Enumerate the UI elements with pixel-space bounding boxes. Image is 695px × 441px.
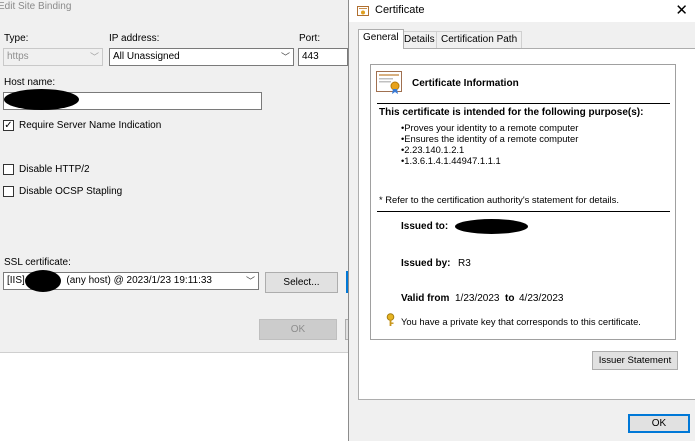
window-title: Certificate — [375, 4, 425, 16]
disable-ocsp-label: Disable OCSP Stapling — [19, 186, 123, 197]
edit-site-binding-dialog: Edit Site Binding Type: https ﹀ IP addre… — [0, 0, 349, 353]
issued-by-label: Issued by: — [401, 258, 451, 269]
list-item: •Ensures the identity of a remote comput… — [401, 133, 579, 144]
purpose-list: •Proves your identity to a remote comput… — [401, 122, 578, 166]
ssl-suffix: (any host) @ 2023/1/23 19:11:33 — [66, 275, 212, 286]
tab-certification-path[interactable]: Certification Path — [436, 31, 523, 48]
divider — [377, 211, 670, 212]
certificate-icon — [357, 6, 369, 16]
ok-button[interactable]: OK — [259, 319, 337, 340]
redaction-mark — [4, 89, 79, 110]
ip-address-label: IP address: — [109, 33, 160, 44]
ssl-certificate-label: SSL certificate: — [4, 257, 71, 268]
sni-label: Require Server Name Indication — [19, 120, 162, 131]
tab-details[interactable]: Details — [399, 31, 440, 48]
checkmark-icon: ✓ — [4, 120, 13, 131]
port-value: 443 — [302, 51, 319, 62]
issued-to-label: Issued to: — [401, 221, 449, 232]
chevron-down-icon: ﹀ — [89, 52, 99, 62]
sni-checkbox[interactable]: ✓ — [3, 120, 14, 131]
redaction-mark — [25, 270, 61, 292]
refer-note: * Refer to the certification authority's… — [379, 194, 619, 205]
disable-ocsp-checkbox[interactable] — [3, 186, 14, 197]
valid-from-label: Valid from — [401, 293, 450, 304]
disable-http2-label: Disable HTTP/2 — [19, 164, 90, 175]
key-icon — [386, 313, 395, 326]
ok-button[interactable]: OK — [628, 414, 690, 433]
chevron-down-icon: ﹀ — [280, 52, 290, 62]
info-heading: Certificate Information — [412, 78, 519, 89]
port-input[interactable]: 443 — [298, 48, 348, 66]
certificate-icon — [376, 71, 402, 94]
redaction-mark — [455, 219, 528, 234]
list-item: •2.23.140.1.2.1 — [401, 144, 465, 155]
type-select: https ﹀ — [3, 48, 103, 66]
port-label: Port: — [299, 33, 321, 44]
certificate-info-box: Certificate Information This certificate… — [370, 64, 676, 340]
ip-address-select[interactable]: All Unassigned ﹀ — [109, 48, 294, 66]
type-value: https — [7, 51, 29, 62]
title-bar: Certificate ✕ — [349, 0, 695, 22]
disable-http2-checkbox[interactable] — [3, 164, 14, 175]
private-key-note: You have a private key that corresponds … — [401, 316, 641, 327]
valid-to-value: 4/23/2023 — [519, 293, 564, 304]
select-button[interactable]: Select... — [265, 272, 338, 293]
type-label: Type: — [4, 33, 29, 44]
dialog-title: Edit Site Binding — [0, 1, 72, 12]
certificate-dialog: Certificate ✕ General Details Certificat… — [348, 0, 695, 441]
close-icon[interactable]: ✕ — [675, 1, 688, 19]
ssl-prefix: [IIS] — [7, 275, 25, 286]
chevron-down-icon: ﹀ — [245, 276, 255, 286]
tab-general[interactable]: General — [358, 29, 404, 49]
valid-to-label: to — [505, 293, 515, 304]
issuer-statement-button[interactable]: Issuer Statement — [592, 351, 678, 370]
issued-by-value: R3 — [458, 258, 471, 269]
ip-address-value: All Unassigned — [113, 51, 180, 62]
host-name-label: Host name: — [4, 77, 56, 88]
purpose-heading: This certificate is intended for the fol… — [379, 107, 644, 118]
valid-from-value: 1/23/2023 — [455, 293, 500, 304]
divider — [377, 103, 670, 104]
list-item: •1.3.6.1.4.1.44947.1.1.1 — [401, 155, 501, 166]
list-item: •Proves your identity to a remote comput… — [401, 122, 579, 133]
